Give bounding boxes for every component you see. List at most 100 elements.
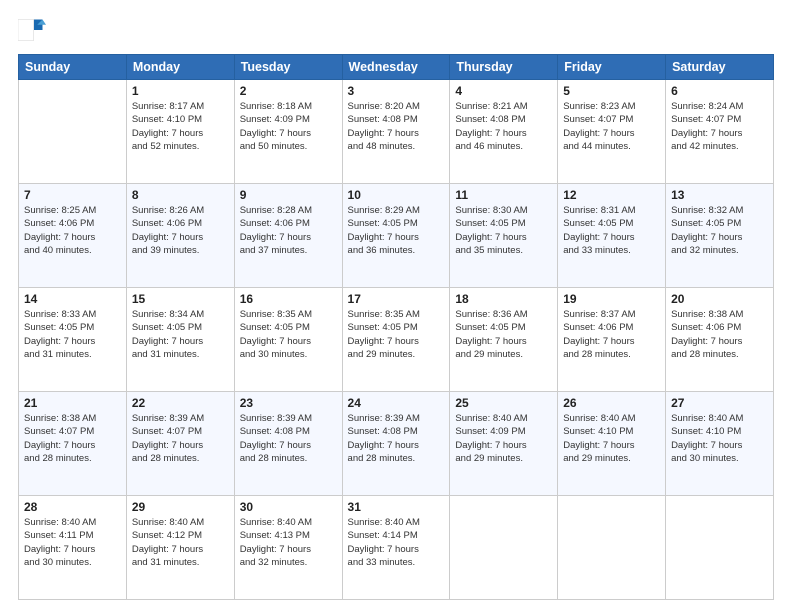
day-info: Sunrise: 8:40 AMSunset: 4:12 PMDaylight:… bbox=[132, 516, 229, 569]
day-info: Sunrise: 8:35 AMSunset: 4:05 PMDaylight:… bbox=[240, 308, 337, 361]
col-sunday: Sunday bbox=[19, 55, 127, 80]
day-info: Sunrise: 8:40 AMSunset: 4:09 PMDaylight:… bbox=[455, 412, 552, 465]
table-row: 19 Sunrise: 8:37 AMSunset: 4:06 PMDayligh… bbox=[558, 288, 666, 392]
table-row bbox=[450, 496, 558, 600]
day-number: 12 bbox=[563, 188, 660, 202]
col-tuesday: Tuesday bbox=[234, 55, 342, 80]
day-number: 30 bbox=[240, 500, 337, 514]
day-number: 18 bbox=[455, 292, 552, 306]
calendar-week-5: 28 Sunrise: 8:40 AMSunset: 4:11 PMDayligh… bbox=[19, 496, 774, 600]
table-row: 3 Sunrise: 8:20 AMSunset: 4:08 PMDaylight… bbox=[342, 80, 450, 184]
day-info: Sunrise: 8:31 AMSunset: 4:05 PMDaylight:… bbox=[563, 204, 660, 257]
day-number: 27 bbox=[671, 396, 768, 410]
calendar-week-2: 7 Sunrise: 8:25 AMSunset: 4:06 PMDaylight… bbox=[19, 184, 774, 288]
table-row: 11 Sunrise: 8:30 AMSunset: 4:05 PMDayligh… bbox=[450, 184, 558, 288]
table-row: 23 Sunrise: 8:39 AMSunset: 4:08 PMDayligh… bbox=[234, 392, 342, 496]
day-info: Sunrise: 8:39 AMSunset: 4:08 PMDaylight:… bbox=[240, 412, 337, 465]
day-info: Sunrise: 8:23 AMSunset: 4:07 PMDaylight:… bbox=[563, 100, 660, 153]
col-friday: Friday bbox=[558, 55, 666, 80]
day-number: 6 bbox=[671, 84, 768, 98]
table-row: 31 Sunrise: 8:40 AMSunset: 4:14 PMDayligh… bbox=[342, 496, 450, 600]
table-row: 27 Sunrise: 8:40 AMSunset: 4:10 PMDayligh… bbox=[666, 392, 774, 496]
col-saturday: Saturday bbox=[666, 55, 774, 80]
table-row: 4Sunrise: 8:21 AMSunset: 4:08 PMDaylight… bbox=[450, 80, 558, 184]
day-number: 10 bbox=[348, 188, 445, 202]
table-row: 17Sunrise: 8:35 AMSunset: 4:05 PMDayligh… bbox=[342, 288, 450, 392]
day-number: 31 bbox=[348, 500, 445, 514]
day-number: 8 bbox=[132, 188, 229, 202]
table-row bbox=[558, 496, 666, 600]
day-info: Sunrise: 8:32 AMSunset: 4:05 PMDaylight:… bbox=[671, 204, 768, 257]
day-info: Sunrise: 8:18 AMSunset: 4:09 PMDaylight:… bbox=[240, 100, 337, 153]
col-wednesday: Wednesday bbox=[342, 55, 450, 80]
page: Sunday Monday Tuesday Wednesday Thursday… bbox=[0, 0, 792, 612]
day-info: Sunrise: 8:25 AMSunset: 4:06 PMDaylight:… bbox=[24, 204, 121, 257]
day-info: Sunrise: 8:17 AMSunset: 4:10 PMDaylight:… bbox=[132, 100, 229, 153]
header bbox=[18, 16, 774, 44]
table-row bbox=[666, 496, 774, 600]
calendar-header-row: Sunday Monday Tuesday Wednesday Thursday… bbox=[19, 55, 774, 80]
day-info: Sunrise: 8:39 AMSunset: 4:08 PMDaylight:… bbox=[348, 412, 445, 465]
day-info: Sunrise: 8:28 AMSunset: 4:06 PMDaylight:… bbox=[240, 204, 337, 257]
table-row: 26 Sunrise: 8:40 AMSunset: 4:10 PMDayligh… bbox=[558, 392, 666, 496]
day-number: 28 bbox=[24, 500, 121, 514]
day-info: Sunrise: 8:40 AMSunset: 4:14 PMDaylight:… bbox=[348, 516, 445, 569]
day-info: Sunrise: 8:40 AMSunset: 4:10 PMDaylight:… bbox=[671, 412, 768, 465]
table-row: 15 Sunrise: 8:34 AMSunset: 4:05 PMDayligh… bbox=[126, 288, 234, 392]
table-row: 7 Sunrise: 8:25 AMSunset: 4:06 PMDaylight… bbox=[19, 184, 127, 288]
calendar-table: Sunday Monday Tuesday Wednesday Thursday… bbox=[18, 54, 774, 600]
table-row bbox=[19, 80, 127, 184]
day-number: 19 bbox=[563, 292, 660, 306]
day-number: 23 bbox=[240, 396, 337, 410]
logo bbox=[18, 16, 50, 44]
table-row: 30 Sunrise: 8:40 AMSunset: 4:13 PMDayligh… bbox=[234, 496, 342, 600]
day-info: Sunrise: 8:34 AMSunset: 4:05 PMDaylight:… bbox=[132, 308, 229, 361]
day-info: Sunrise: 8:40 AMSunset: 4:13 PMDaylight:… bbox=[240, 516, 337, 569]
table-row: 10 Sunrise: 8:29 AMSunset: 4:05 PMDayligh… bbox=[342, 184, 450, 288]
day-number: 17 bbox=[348, 292, 445, 306]
day-info: Sunrise: 8:37 AMSunset: 4:06 PMDaylight:… bbox=[563, 308, 660, 361]
day-info: Sunrise: 8:29 AMSunset: 4:05 PMDaylight:… bbox=[348, 204, 445, 257]
day-number: 14 bbox=[24, 292, 121, 306]
table-row: 1Sunrise: 8:17 AMSunset: 4:10 PMDaylight… bbox=[126, 80, 234, 184]
day-info: Sunrise: 8:26 AMSunset: 4:06 PMDaylight:… bbox=[132, 204, 229, 257]
day-number: 21 bbox=[24, 396, 121, 410]
day-info: Sunrise: 8:38 AMSunset: 4:07 PMDaylight:… bbox=[24, 412, 121, 465]
day-info: Sunrise: 8:33 AMSunset: 4:05 PMDaylight:… bbox=[24, 308, 121, 361]
day-number: 5 bbox=[563, 84, 660, 98]
table-row: 2Sunrise: 8:18 AMSunset: 4:09 PMDaylight… bbox=[234, 80, 342, 184]
table-row: 9 Sunrise: 8:28 AMSunset: 4:06 PMDaylight… bbox=[234, 184, 342, 288]
day-info: Sunrise: 8:24 AMSunset: 4:07 PMDaylight:… bbox=[671, 100, 768, 153]
table-row: 5 Sunrise: 8:23 AMSunset: 4:07 PMDaylight… bbox=[558, 80, 666, 184]
table-row: 29 Sunrise: 8:40 AMSunset: 4:12 PMDayligh… bbox=[126, 496, 234, 600]
table-row: 25 Sunrise: 8:40 AMSunset: 4:09 PMDayligh… bbox=[450, 392, 558, 496]
table-row: 6 Sunrise: 8:24 AMSunset: 4:07 PMDaylight… bbox=[666, 80, 774, 184]
day-info: Sunrise: 8:40 AMSunset: 4:10 PMDaylight:… bbox=[563, 412, 660, 465]
day-info: Sunrise: 8:36 AMSunset: 4:05 PMDaylight:… bbox=[455, 308, 552, 361]
calendar-week-1: 1Sunrise: 8:17 AMSunset: 4:10 PMDaylight… bbox=[19, 80, 774, 184]
table-row: 8 Sunrise: 8:26 AMSunset: 4:06 PMDaylight… bbox=[126, 184, 234, 288]
day-number: 11 bbox=[455, 188, 552, 202]
table-row: 28 Sunrise: 8:40 AMSunset: 4:11 PMDayligh… bbox=[19, 496, 127, 600]
col-monday: Monday bbox=[126, 55, 234, 80]
day-number: 26 bbox=[563, 396, 660, 410]
table-row: 22Sunrise: 8:39 AMSunset: 4:07 PMDayligh… bbox=[126, 392, 234, 496]
day-number: 24 bbox=[348, 396, 445, 410]
day-number: 9 bbox=[240, 188, 337, 202]
day-number: 3 bbox=[348, 84, 445, 98]
day-number: 20 bbox=[671, 292, 768, 306]
day-info: Sunrise: 8:20 AMSunset: 4:08 PMDaylight:… bbox=[348, 100, 445, 153]
day-info: Sunrise: 8:30 AMSunset: 4:05 PMDaylight:… bbox=[455, 204, 552, 257]
table-row: 21 Sunrise: 8:38 AMSunset: 4:07 PMDayligh… bbox=[19, 392, 127, 496]
col-thursday: Thursday bbox=[450, 55, 558, 80]
day-number: 7 bbox=[24, 188, 121, 202]
day-info: Sunrise: 8:38 AMSunset: 4:06 PMDaylight:… bbox=[671, 308, 768, 361]
day-number: 22 bbox=[132, 396, 229, 410]
table-row: 24 Sunrise: 8:39 AMSunset: 4:08 PMDayligh… bbox=[342, 392, 450, 496]
day-info: Sunrise: 8:40 AMSunset: 4:11 PMDaylight:… bbox=[24, 516, 121, 569]
table-row: 13Sunrise: 8:32 AMSunset: 4:05 PMDayligh… bbox=[666, 184, 774, 288]
table-row: 14 Sunrise: 8:33 AMSunset: 4:05 PMDayligh… bbox=[19, 288, 127, 392]
day-number: 29 bbox=[132, 500, 229, 514]
day-number: 25 bbox=[455, 396, 552, 410]
day-number: 15 bbox=[132, 292, 229, 306]
